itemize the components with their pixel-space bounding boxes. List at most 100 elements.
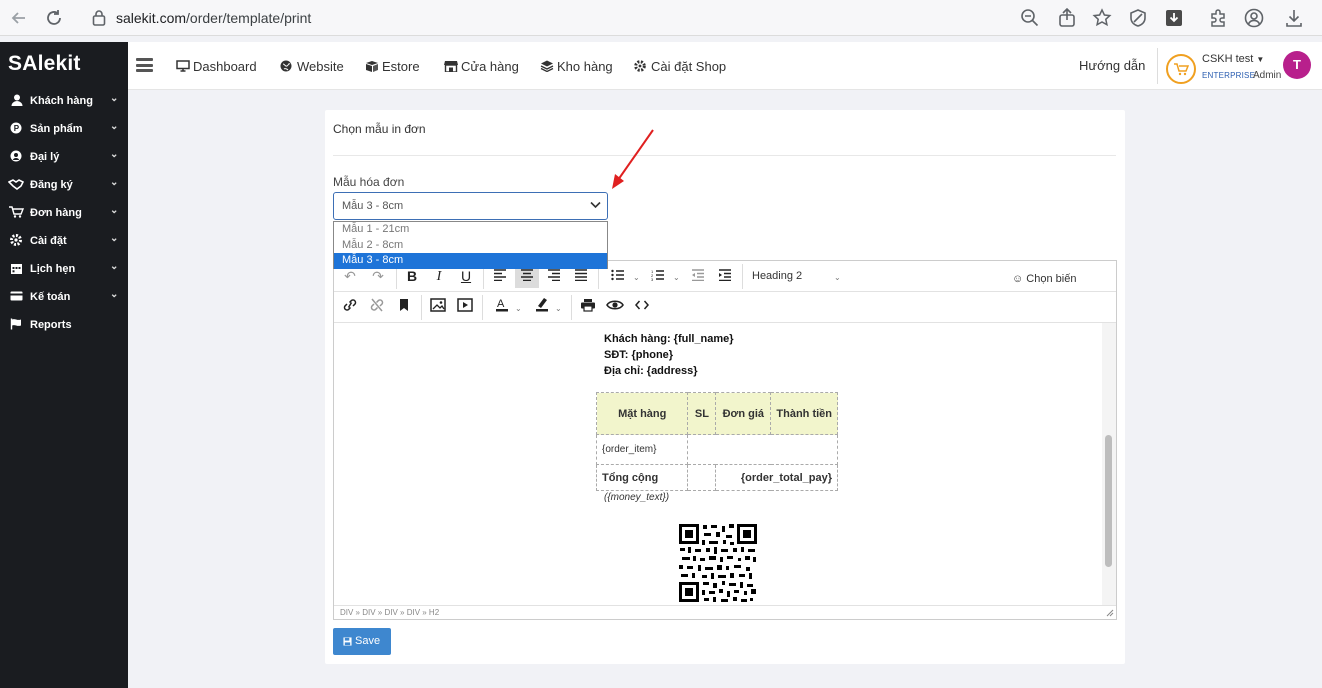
template-option-selected[interactable]: Mẫu 3 - 8cm [334,253,607,269]
handshake-icon [8,179,24,190]
nav-dashboard[interactable]: Dashboard [176,59,257,74]
text-color-icon[interactable]: A [490,296,514,319]
indent-icon[interactable] [713,265,737,288]
chevron-down-icon: ⌄ [110,121,119,132]
calendar-icon [11,264,22,274]
product-icon: P [10,122,22,134]
chevron-down-icon: ⌄ [110,205,119,216]
sidebar-item-dang-ky[interactable]: Đăng ký ⌄ [0,172,128,198]
resize-handle-icon[interactable] [1106,609,1114,617]
outdent-icon[interactable] [686,265,710,288]
template-option[interactable]: Mẫu 1 - 21cm [334,222,607,238]
element-path-statusbar: DIV » DIV » DIV » DIV » H2 [334,605,1116,619]
sidebar: SAlekit Khách hàng ⌄ P Sản phẩm ⌄ Đại lý… [0,42,128,688]
editor-scrollbar[interactable] [1102,323,1116,605]
guide-link[interactable]: Hướng dẫn [1079,58,1145,73]
shop-logo[interactable] [1166,54,1196,84]
box-icon [366,61,378,72]
customer-line: Khách hàng: {full_name} [604,333,734,345]
chevron-down-icon: ⌄ [110,177,119,188]
sidebar-item-label: Cài đặt [30,235,67,247]
caret-down-icon: ▼ [1256,55,1265,64]
chevron-down-icon: ⌄ [110,261,119,272]
template-option[interactable]: Mẫu 2 - 8cm [334,238,607,254]
link-icon[interactable] [338,296,362,319]
floppy-disk-icon [343,637,352,646]
user-menu[interactable]: CSKH test ▼ [1202,53,1264,65]
save-button[interactable]: Save [333,628,391,655]
sidebar-item-dai-ly[interactable]: Đại lý ⌄ [0,144,128,170]
sidebar-item-reports[interactable]: Reports [0,312,128,338]
table-row: {order_item} [595,434,838,465]
nav-website[interactable]: Website [280,59,344,74]
shield-icon[interactable] [1128,8,1148,28]
chevron-down-icon: ⌄ [110,93,119,104]
image-icon[interactable] [426,296,450,319]
gear-icon [10,234,22,246]
lock-icon [92,10,106,26]
menu-toggle-icon[interactable] [136,58,153,72]
chevron-down-icon[interactable]: ⌄ [834,273,841,282]
nav-cai-dat-shop[interactable]: Cài đặt Shop [634,59,726,74]
chevron-down-icon[interactable]: ⌄ [633,273,640,282]
flag-icon [10,318,21,330]
zoom-out-icon[interactable] [1020,8,1040,28]
table-header-cell: Đơn giá [715,392,772,435]
heading-select[interactable]: Heading 2 [752,270,802,282]
extensions-puzzle-icon[interactable] [1208,8,1228,28]
unlink-icon[interactable] [365,296,389,319]
sidebar-item-cai-dat[interactable]: Cài đặt ⌄ [0,228,128,254]
chevron-down-icon[interactable]: ⌄ [555,304,562,313]
smile-icon: ☺ [1012,273,1024,285]
sidebar-item-label: Khách hàng [30,95,93,107]
avatar[interactable]: T [1283,51,1311,79]
downloads-icon[interactable] [1284,8,1304,28]
preview-eye-icon[interactable] [603,296,627,319]
editor-content[interactable]: Khách hàng: {full_name} SĐT: {phone} Địa… [334,323,1102,605]
numbered-list-icon[interactable]: 123 [646,265,670,288]
address-bar[interactable]: salekit.com/order/template/print [86,5,1026,31]
sidebar-item-san-pham[interactable]: P Sản phẩm ⌄ [0,116,128,142]
chevron-down-icon[interactable]: ⌄ [673,273,680,282]
bullet-list-icon[interactable] [606,265,630,288]
sidebar-item-label: Đơn hàng [30,207,82,219]
phone-line: SĐT: {phone} [604,349,674,361]
share-icon[interactable] [1057,8,1077,28]
top-navigation: Dashboard Website Estore Cửa hàng Kho hà… [128,42,1322,90]
print-icon[interactable] [576,296,600,319]
svg-text:3: 3 [651,277,654,281]
layers-icon [540,60,554,72]
nav-kho-hang[interactable]: Kho hàng [540,59,613,74]
insert-variable-button[interactable]: ☺ Chọn biến [1012,273,1076,285]
app-logo[interactable]: SAlekit [8,52,81,76]
back-arrow-icon[interactable] [8,7,30,29]
table-header-cell: Mặt hàng [595,392,689,435]
nav-estore[interactable]: Estore [365,59,420,74]
table-row: Tổng cộng {order_total_pay} [595,464,838,491]
sidebar-item-ke-toan[interactable]: Kế toán ⌄ [0,284,128,310]
reload-icon[interactable] [43,7,65,29]
sidebar-item-lich-hen[interactable]: Lịch hẹn ⌄ [0,256,128,282]
store-icon [444,61,458,72]
download-extension-icon[interactable] [1164,8,1184,28]
chevron-down-icon: ⌄ [110,149,119,160]
user-role: Admin [1253,70,1282,81]
highlight-icon[interactable] [530,296,554,319]
template-dropdown-list: Mẫu 1 - 21cm Mẫu 2 - 8cm Mẫu 3 - 8cm [333,221,608,269]
bookmark-icon[interactable] [392,296,416,319]
star-icon[interactable] [1092,8,1112,28]
template-select[interactable]: Mẫu 3 - 8cm [333,192,608,220]
editor-toolbar-row: A ⌄ ⌄ [334,292,1116,323]
sidebar-item-khach-hang[interactable]: Khách hàng ⌄ [0,88,128,114]
source-code-icon[interactable] [630,296,654,319]
sidebar-item-label: Reports [30,319,72,331]
scrollbar-thumb[interactable] [1105,435,1112,567]
chevron-down-icon[interactable]: ⌄ [515,304,522,313]
profile-icon[interactable] [1244,8,1264,28]
address-line: Địa chỉ: {address} [604,365,698,377]
sidebar-item-don-hang[interactable]: Đơn hàng ⌄ [0,200,128,226]
cart-icon [1174,63,1190,76]
nav-cua-hang[interactable]: Cửa hàng [444,59,519,74]
video-icon[interactable] [453,296,477,319]
table-cell [687,464,717,491]
